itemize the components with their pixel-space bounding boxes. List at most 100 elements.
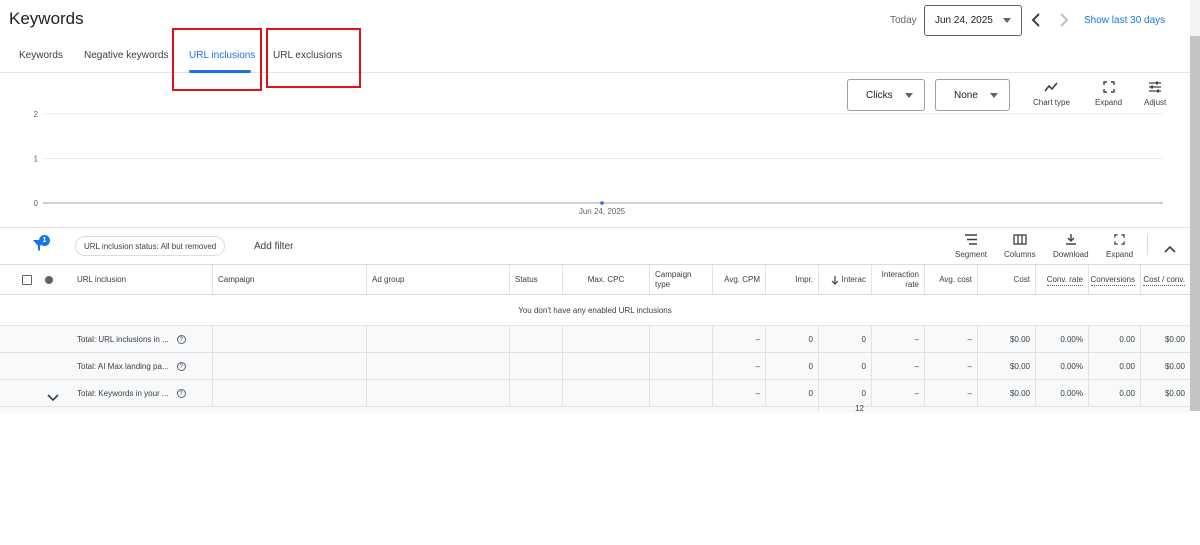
empty-cell	[212, 326, 366, 353]
cell-interactions: 0	[818, 353, 871, 380]
col-campaign[interactable]: Campaign	[212, 265, 366, 295]
col-interactions[interactable]: Interac	[818, 265, 871, 295]
cell-conv-rate: 0.00%	[1035, 380, 1088, 407]
cell-avg-cpm: –	[712, 326, 765, 353]
table-row: Total: URL inclusions in ...? –0 0– – $0.00 0…	[0, 326, 1190, 353]
y-tick-label: 1	[34, 155, 39, 164]
collapse-chevron-up-icon[interactable]	[1164, 240, 1176, 258]
y-tick-label: 0	[34, 199, 39, 208]
columns-button[interactable]: Columns	[1004, 234, 1036, 259]
add-filter-button[interactable]: Add filter	[254, 241, 293, 252]
tab-keywords[interactable]: Keywords	[19, 50, 63, 61]
expand-row-chevron-icon[interactable]	[47, 389, 59, 407]
cell-avg-cost: –	[924, 326, 977, 353]
empty-cell	[562, 380, 649, 407]
col-cost-per-conv-label: Cost / conv.	[1143, 274, 1185, 286]
help-icon[interactable]: ?	[176, 335, 186, 344]
col-avg-cost[interactable]: Avg. cost	[924, 265, 977, 295]
col-conversions[interactable]: Conversions	[1088, 265, 1140, 295]
chevron-right-icon[interactable]	[1050, 13, 1078, 27]
col-interaction-rate[interactable]: Interaction rate	[871, 265, 924, 295]
col-cost-per-conv[interactable]: Cost / conv.	[1140, 265, 1190, 295]
adjust-button[interactable]: Adjust	[1144, 81, 1166, 107]
empty-cell	[562, 353, 649, 380]
dropdown-caret-icon	[904, 92, 913, 98]
y-tick-label: 2	[34, 110, 39, 119]
chevron-left-icon[interactable]	[1022, 13, 1050, 27]
empty-cell	[509, 353, 562, 380]
data-point	[600, 201, 604, 205]
partial-value: 12	[818, 405, 871, 411]
cell-avg-cost: –	[924, 353, 977, 380]
filter-count-badge: 1	[39, 235, 50, 246]
date-range-select[interactable]: Jun 24, 2025	[924, 4, 1022, 36]
table-row: Total: AI Max landing pa...? –0 0– – $0.00 0.…	[0, 353, 1190, 380]
cell-interaction-rate: –	[871, 380, 924, 407]
table-expand-button[interactable]: Expand	[1106, 234, 1133, 259]
col-interactions-label: Interac	[841, 275, 866, 284]
tab-negative-keywords[interactable]: Negative keywords	[84, 50, 168, 61]
cell-impr: 0	[765, 380, 818, 407]
scrollbar-thumb[interactable]	[1190, 36, 1200, 411]
empty-state-row: You don't have any enabled URL inclusion…	[0, 295, 1190, 326]
total-row-label: Total: URL inclusions in ...?	[72, 326, 212, 353]
cell-impr: 0	[765, 353, 818, 380]
partial-row: 12	[0, 405, 1190, 413]
col-cost[interactable]: Cost	[977, 265, 1035, 295]
cell-interaction-rate: –	[871, 326, 924, 353]
adjust-icon	[1149, 81, 1162, 93]
col-campaign-type[interactable]: Campaign type	[649, 265, 712, 295]
empty-cell	[509, 326, 562, 353]
total-row-label-text: Total: Keywords in your ...	[77, 389, 169, 398]
download-label: Download	[1053, 250, 1089, 259]
col-ad-group[interactable]: Ad group	[366, 265, 509, 295]
empty-cell	[562, 326, 649, 353]
download-button[interactable]: Download	[1053, 234, 1089, 259]
x-tick-label: Jun 24, 2025	[579, 207, 626, 216]
chart-type-button[interactable]: Chart type	[1033, 81, 1070, 107]
date-range-area: Today Jun 24, 2025 Show last 30 days	[890, 4, 1165, 36]
col-impr[interactable]: Impr.	[765, 265, 818, 295]
table-row: Total: Keywords in your ...? –0 0– – $0.00 0.…	[0, 380, 1190, 407]
today-label: Today	[890, 14, 917, 26]
empty-cell	[212, 380, 366, 407]
cell-conv-rate: 0.00%	[1035, 326, 1088, 353]
col-status[interactable]: Status	[509, 265, 562, 295]
cell-interactions: 0	[818, 326, 871, 353]
chart-expand-button[interactable]: Expand	[1095, 81, 1122, 107]
col-url-inclusion[interactable]: URL inclusion	[72, 265, 212, 295]
cell-avg-cost: –	[924, 380, 977, 407]
col-conv-rate-label: Conv. rate	[1046, 274, 1083, 286]
total-row-label-text: Total: AI Max landing pa...	[77, 362, 169, 371]
col-conversions-label: Conversions	[1090, 274, 1135, 286]
dropdown-caret-icon	[1003, 17, 1011, 23]
show-last-30-days-link[interactable]: Show last 30 days	[1084, 15, 1165, 26]
cell-cost-per-conv: $0.00	[1140, 326, 1190, 353]
chart-type-icon	[1044, 82, 1059, 92]
col-avg-cpm[interactable]: Avg. CPM	[712, 265, 765, 295]
col-max-cpc[interactable]: Max. CPC	[562, 265, 649, 295]
cell-conversions: 0.00	[1088, 380, 1140, 407]
segment-button[interactable]: Segment	[955, 234, 987, 259]
help-icon[interactable]: ?	[176, 362, 186, 371]
cell-cost: $0.00	[977, 326, 1035, 353]
filter-chip-status[interactable]: URL inclusion status: All but removed	[75, 236, 226, 256]
performance-chart: 2 1 0 Jun 24, 2025	[34, 110, 1163, 216]
empty-message: You don't have any enabled URL inclusion…	[518, 306, 672, 315]
col-interaction-rate-line2: rate	[905, 280, 919, 289]
empty-cell	[509, 380, 562, 407]
dropdown-caret-icon	[989, 92, 998, 98]
help-icon[interactable]: ?	[176, 389, 186, 398]
cell-conversions: 0.00	[1088, 353, 1140, 380]
select-all-checkbox[interactable]	[22, 275, 32, 285]
metric2-label: None	[954, 89, 978, 101]
status-dot-icon[interactable]	[45, 276, 53, 284]
cell-interactions: 0	[818, 380, 871, 407]
filter-bar: 1 URL inclusion status: All but removed …	[0, 227, 1190, 264]
cell-cost-per-conv: $0.00	[1140, 380, 1190, 407]
cell-cost: $0.00	[977, 380, 1035, 407]
empty-cell	[366, 326, 509, 353]
col-conv-rate[interactable]: Conv. rate	[1035, 265, 1088, 295]
metric1-label: Clicks	[866, 89, 893, 101]
cell-conv-rate: 0.00%	[1035, 353, 1088, 380]
